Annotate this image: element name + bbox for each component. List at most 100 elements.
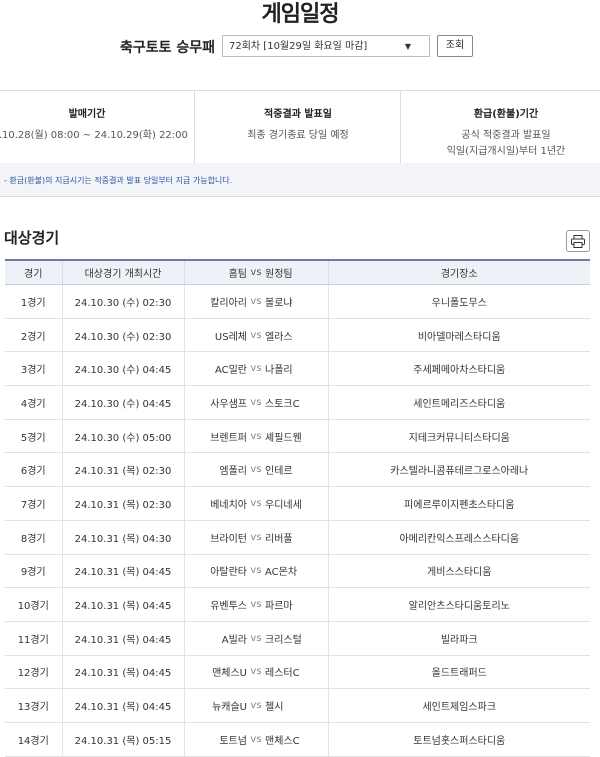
- round-select-value: 72회차 [10월29일 화요일 마감]: [229, 41, 368, 52]
- refund-period-heading: 환급(환불)기간: [473, 109, 539, 120]
- search-button[interactable]: 조회: [437, 35, 473, 57]
- game-number: 6경기: [5, 452, 62, 488]
- home-team: 칼리아리: [183, 284, 247, 319]
- game-number: 5경기: [5, 419, 62, 454]
- vs-label: vs: [247, 486, 265, 521]
- venue: 세인트메리즈스타디움: [327, 385, 590, 420]
- match-time: 24.10.31 (목) 02:30: [61, 452, 184, 488]
- header-away: 원정팀: [265, 259, 328, 285]
- table-row: 11경기 24.10.31 (목) 04:45 A빌라 vs 크리스털 빌라파크: [5, 621, 590, 656]
- vs-label: vs: [247, 621, 265, 656]
- table-row: 14경기 24.10.31 (목) 05:15 토트넘 vs 맨체스C 토트넘홋스퍼스타디…: [5, 722, 590, 757]
- game-number: 4경기: [5, 385, 62, 420]
- away-team: 파르마: [265, 587, 328, 622]
- venue: 게비스스타디움: [327, 554, 590, 589]
- home-team: 베네치아: [183, 486, 247, 521]
- vs-label: vs: [247, 688, 265, 723]
- venue: 지테크커뮤니티스타디움: [327, 419, 590, 454]
- game-number: 3경기: [5, 351, 62, 387]
- table-row: 10경기 24.10.31 (목) 04:45 유벤투스 vs 파르마 알리안츠스타디움토…: [5, 587, 590, 622]
- result-date-heading: 적중결과 발표일: [264, 109, 332, 120]
- game-number: 11경기: [5, 621, 62, 656]
- venue: 알리안츠스타디움토리노: [327, 587, 590, 622]
- vs-label: vs: [247, 554, 265, 589]
- sale-period-value: 24.10.28(월) 08:00 ~ 24.10.29(화) 22:00: [0, 130, 188, 141]
- home-team: 브렌트퍼: [183, 419, 247, 454]
- table-row: 4경기 24.10.30 (수) 04:45 사우샘프 vs 스토크C 세인트메리즈스타디…: [5, 385, 590, 420]
- printer-icon: [571, 235, 585, 248]
- refund-notice: - 환급(환불)의 지급시기는 적중결과 발표 당일부터 지급 가능합니다.: [0, 163, 600, 197]
- table-row: 3경기 24.10.30 (수) 04:45 AC밀란 vs 나폴리 주세페메아차스타디움: [5, 351, 590, 387]
- round-select[interactable]: 72회차 [10월29일 화요일 마감] ▼: [222, 35, 430, 57]
- match-table: 경기 대상경기 개최시간 홈팀 vs 원정팀 경기장소 1경기 24.10.30 …: [5, 259, 590, 757]
- match-time: 24.10.30 (수) 02:30: [61, 284, 184, 319]
- table-row: 7경기 24.10.31 (목) 02:30 베네치아 vs 우디네세 피에르루이지펜초스…: [5, 486, 590, 521]
- vs-label: vs: [247, 452, 265, 488]
- vs-label: vs: [247, 284, 265, 319]
- result-date-value: 최종 경기종료 당일 예정: [247, 130, 349, 141]
- away-team: 엘라스: [265, 318, 328, 353]
- home-team: A빌라: [183, 621, 247, 656]
- venue: 세인트제임스파크: [327, 688, 590, 723]
- page-title: 게임일정: [261, 2, 340, 27]
- away-team: 첼시: [265, 688, 328, 723]
- home-team: 토트넘: [183, 722, 247, 757]
- venue: 빌라파크: [327, 621, 590, 656]
- sale-period-cell: 발매기간 24.10.28(월) 08:00 ~ 24.10.29(화) 22:…: [0, 91, 194, 164]
- vs-label: vs: [247, 351, 265, 387]
- print-button[interactable]: [566, 230, 590, 252]
- header-vs: vs: [247, 259, 265, 285]
- home-team: 브라이턴: [183, 520, 247, 555]
- venue: 주세페메아차스타디움: [327, 351, 590, 387]
- away-team: 리버풀: [265, 520, 328, 555]
- table-row: 9경기 24.10.31 (목) 04:45 아탈란타 vs AC몬차 게비스스타디움: [5, 554, 590, 589]
- venue: 우니폴도무스: [327, 284, 590, 319]
- match-time: 24.10.30 (수) 04:45: [61, 385, 184, 420]
- chevron-down-icon: ▼: [404, 42, 411, 51]
- round-selector-row: 축구토토 승무패 72회차 [10월29일 화요일 마감] ▼ 조회: [0, 35, 600, 59]
- venue: 피에르루이지펜초스타디움: [327, 486, 590, 521]
- vs-label: vs: [247, 385, 265, 420]
- table-row: 6경기 24.10.31 (목) 02:30 엠폴리 vs 인테르 카스텔라니콤퓨테르그로…: [5, 452, 590, 488]
- vs-label: vs: [247, 419, 265, 454]
- home-team: AC밀란: [183, 351, 247, 387]
- result-date-cell: 적중결과 발표일 최종 경기종료 당일 예정: [194, 91, 401, 164]
- section-title: 대상경기: [4, 229, 60, 247]
- away-team: 우디네세: [265, 486, 328, 521]
- venue: 올드트래퍼드: [327, 655, 590, 690]
- match-time: 24.10.31 (목) 02:30: [61, 486, 184, 521]
- away-team: 스토크C: [265, 385, 328, 420]
- header-venue: 경기장소: [327, 259, 590, 285]
- home-team: 엠폴리: [183, 452, 247, 488]
- table-row: 1경기 24.10.30 (수) 02:30 칼리아리 vs 볼로냐 우니폴도무스: [5, 284, 590, 319]
- venue: 토트넘홋스퍼스타디움: [327, 722, 590, 757]
- game-number: 8경기: [5, 520, 62, 555]
- match-time: 24.10.30 (수) 04:45: [61, 351, 184, 387]
- header-home: 홈팀: [183, 259, 247, 285]
- refund-period-value-2: 익일(지급개시일)부터 1년간: [446, 146, 566, 157]
- away-team: 레스터C: [265, 655, 328, 690]
- vs-label: vs: [247, 587, 265, 622]
- header-game: 경기: [5, 259, 62, 285]
- match-time: 24.10.30 (수) 02:30: [61, 318, 184, 353]
- venue: 카스텔라니콤퓨테르그로스아레나: [327, 452, 590, 488]
- match-time: 24.10.31 (목) 04:45: [61, 655, 184, 690]
- header-time: 대상경기 개최시간: [61, 259, 184, 285]
- sale-period-heading: 발매기간: [68, 109, 106, 120]
- table-row: 2경기 24.10.30 (수) 02:30 US레체 vs 엘라스 비아델마레스타디움: [5, 318, 590, 353]
- table-row: 13경기 24.10.31 (목) 04:45 뉴캐슬U vs 첼시 세인트제임스파크: [5, 688, 590, 723]
- away-team: 볼로냐: [265, 284, 328, 319]
- vs-label: vs: [247, 520, 265, 555]
- away-team: 나폴리: [265, 351, 328, 387]
- home-team: US레체: [183, 318, 247, 353]
- table-header-row: 경기 대상경기 개최시간 홈팀 vs 원정팀 경기장소: [5, 259, 590, 285]
- table-row: 8경기 24.10.31 (목) 04:30 브라이턴 vs 리버풀 아메리칸익스프레스스…: [5, 520, 590, 555]
- match-time: 24.10.31 (목) 04:30: [61, 520, 184, 555]
- home-team: 사우샘프: [183, 385, 247, 420]
- refund-period-cell: 환급(환불)기간 공식 적중결과 발표일 익일(지급개시일)부터 1년간: [400, 91, 600, 164]
- table-row: 12경기 24.10.31 (목) 04:45 맨체스U vs 레스터C 올드트래퍼드: [5, 655, 590, 690]
- match-time: 24.10.31 (목) 04:45: [61, 587, 184, 622]
- away-team: 셰필드웬: [265, 419, 328, 454]
- game-number: 1경기: [5, 284, 62, 319]
- match-time: 24.10.30 (수) 05:00: [61, 419, 184, 454]
